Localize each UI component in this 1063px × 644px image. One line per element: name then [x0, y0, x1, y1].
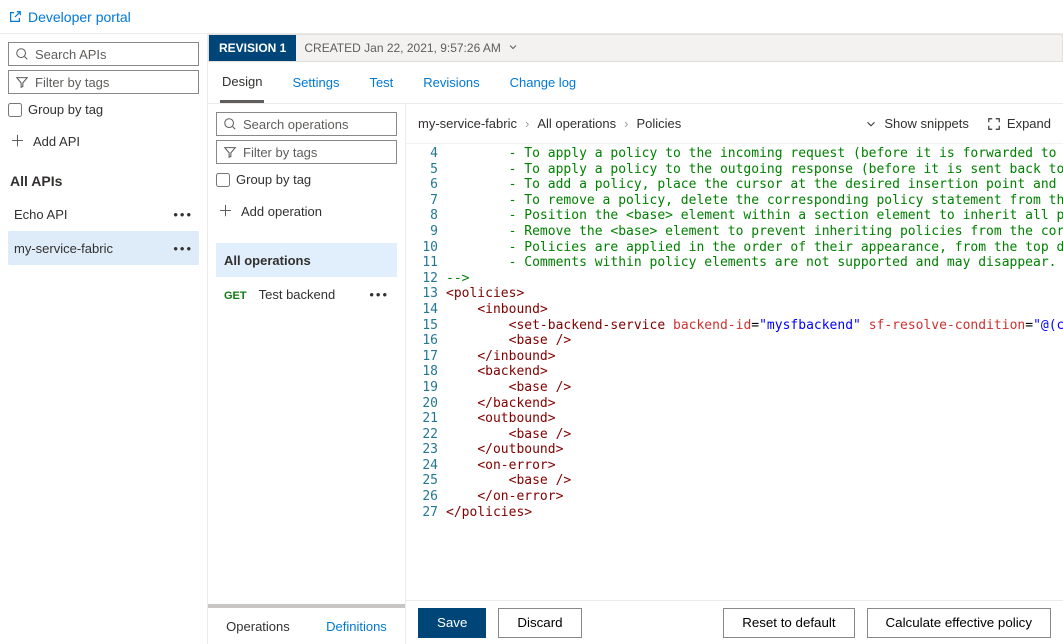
reset-to-default-button[interactable]: Reset to default	[723, 608, 854, 638]
all-operations-item[interactable]: All operations	[216, 243, 397, 277]
more-icon[interactable]: •••	[173, 241, 193, 256]
tab-design[interactable]: Design	[220, 62, 264, 103]
breadcrumb-item[interactable]: All operations	[537, 116, 616, 131]
editor-footer: Save Discard Reset to default Calculate …	[406, 600, 1063, 644]
discard-button[interactable]: Discard	[498, 608, 581, 638]
breadcrumb: my-service-fabric › All operations › Policie…	[418, 116, 681, 131]
show-snippets-button[interactable]: Show snippets	[864, 116, 969, 131]
policy-editor: my-service-fabric › All operations › Policie…	[406, 104, 1063, 644]
operations-pane: Search operations Filter by tags Group b…	[208, 104, 406, 644]
search-apis-input[interactable]: Search APIs	[8, 42, 199, 66]
tab-definitions[interactable]: Definitions	[326, 619, 387, 634]
operation-item[interactable]: GET Test backend •••	[216, 277, 397, 311]
add-operation-button[interactable]: ＋ Add operation	[216, 197, 397, 225]
breadcrumb-item: Policies	[636, 116, 681, 131]
operation-label: Test backend	[259, 287, 336, 302]
breadcrumb-item[interactable]: my-service-fabric	[418, 116, 517, 131]
search-icon	[15, 47, 29, 61]
developer-portal-link[interactable]: Developer portal	[8, 9, 131, 25]
revision-bar: REVISION 1 CREATED Jan 22, 2021, 9:57:26…	[208, 34, 1063, 62]
api-item[interactable]: Echo API •••	[8, 197, 199, 231]
api-tabs: Design Settings Test Revisions Change log	[208, 62, 1063, 104]
group-by-tag-checkbox[interactable]: Group by tag	[8, 102, 199, 117]
more-icon[interactable]: •••	[173, 207, 193, 222]
api-sidebar: Search APIs Filter by tags Group by tag …	[0, 34, 208, 644]
breadcrumb-sep: ›	[624, 116, 628, 131]
tab-revisions[interactable]: Revisions	[421, 62, 481, 103]
filter-tags-input[interactable]: Filter by tags	[8, 70, 199, 94]
chevron-down-icon	[507, 41, 519, 56]
revision-created[interactable]: CREATED Jan 22, 2021, 9:57:26 AM	[304, 41, 519, 56]
tab-test[interactable]: Test	[367, 62, 395, 103]
plus-icon: ＋	[10, 133, 25, 149]
api-item[interactable]: my-service-fabric •••	[8, 231, 199, 265]
add-api-button[interactable]: ＋ Add API	[8, 127, 199, 155]
search-icon	[223, 117, 237, 131]
code-content[interactable]: - To apply a policy to the incoming requ…	[446, 144, 1063, 600]
api-item-label: my-service-fabric	[14, 241, 113, 256]
breadcrumb-sep: ›	[525, 116, 529, 131]
expand-button[interactable]: Expand	[987, 116, 1051, 131]
external-link-icon	[8, 10, 22, 24]
filter-icon	[15, 75, 29, 89]
search-operations-input[interactable]: Search operations	[216, 112, 397, 136]
filter-tags-input[interactable]: Filter by tags	[216, 140, 397, 164]
http-method: GET	[224, 290, 247, 302]
api-item-label: Echo API	[14, 207, 67, 222]
code-editor[interactable]: 4567891011121314151617181920212223242526…	[406, 144, 1063, 600]
developer-portal-label: Developer portal	[28, 9, 131, 25]
tab-operations[interactable]: Operations	[226, 619, 290, 634]
group-by-tag-checkbox[interactable]: Group by tag	[216, 172, 397, 187]
more-icon[interactable]: •••	[369, 287, 389, 302]
save-button[interactable]: Save	[418, 608, 486, 638]
tab-change-log[interactable]: Change log	[508, 62, 579, 103]
tab-settings[interactable]: Settings	[290, 62, 341, 103]
top-bar: Developer portal	[0, 0, 1063, 34]
all-apis-heading: All APIs	[10, 173, 197, 189]
operation-label: All operations	[224, 253, 311, 268]
calculate-effective-policy-button[interactable]: Calculate effective policy	[867, 608, 1051, 638]
expand-icon	[987, 117, 1001, 131]
plus-icon: ＋	[218, 203, 233, 219]
ops-bottom-tabs: Operations Definitions	[208, 604, 405, 644]
chevron-down-icon	[864, 117, 878, 131]
revision-badge: REVISION 1	[209, 35, 296, 61]
code-gutter: 4567891011121314151617181920212223242526…	[406, 144, 446, 600]
filter-icon	[223, 145, 237, 159]
